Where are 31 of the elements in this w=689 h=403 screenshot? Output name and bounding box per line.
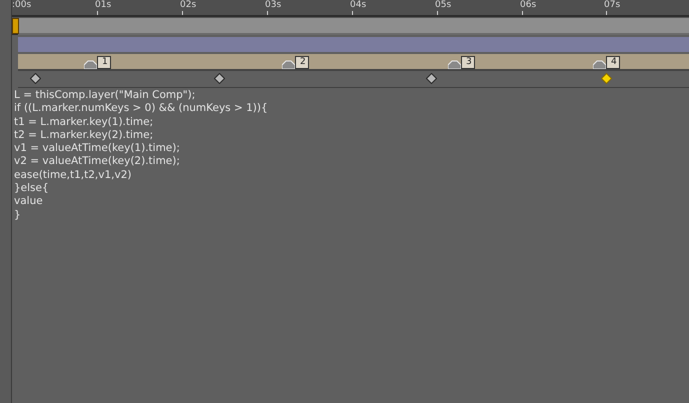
code-line: } [14, 208, 22, 222]
code-line: value [14, 195, 44, 209]
time-label: 07s [604, 0, 620, 11]
marker-label[interactable]: 3 [461, 56, 475, 69]
keyframe-icon[interactable] [214, 73, 225, 84]
code-line: L = thisComp.layer("Main Comp"); [14, 89, 196, 102]
keyframe-icon[interactable] [426, 73, 437, 84]
code-line: t1 = L.marker.key(1).time; [14, 116, 154, 129]
time-label: 04s [350, 0, 366, 11]
code-line: v1 = valueAtTime(key(1).time); [14, 142, 181, 156]
marker-icon[interactable] [593, 60, 606, 69]
time-label: 03s [265, 0, 282, 11]
code-line: ease(time,t1,t2,v1,v2) [14, 168, 132, 182]
marker-icon[interactable] [448, 60, 461, 69]
code-line: t2 = L.marker.key(2).time; [14, 128, 154, 142]
code-line: v2 = valueAtTime(key(2).time); [14, 155, 181, 169]
code-line: }else{ [14, 182, 50, 196]
playhead-handle[interactable] [12, 18, 19, 34]
marker-label[interactable]: 4 [606, 56, 620, 69]
marker-label[interactable]: 2 [295, 56, 309, 69]
marker-icon[interactable] [282, 60, 295, 69]
time-label: 01s [95, 0, 112, 11]
keyframe-icon[interactable] [30, 73, 41, 84]
time-label: 02s [180, 0, 196, 11]
time-label: :00s [12, 0, 32, 11]
keyframe-icon[interactable] [601, 73, 612, 84]
marker-label[interactable]: 1 [97, 56, 111, 69]
marker-icon[interactable] [84, 60, 97, 69]
code-line: if ((L.marker.numKeys > 0) && (numKeys > 1)){ [14, 102, 269, 116]
time-label: 05s [435, 0, 452, 11]
time-label: 06s [520, 0, 536, 11]
